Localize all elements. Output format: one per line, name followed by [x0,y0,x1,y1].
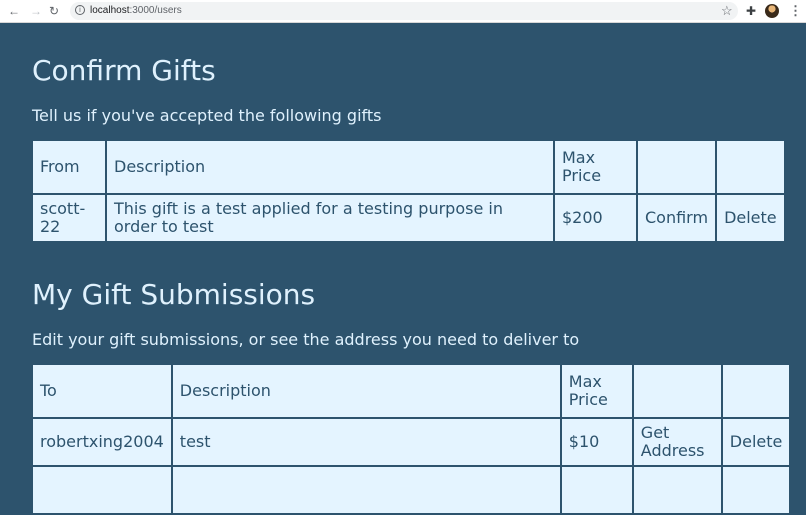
confirm-gifts-table: From Description Max Price scott-22 This… [31,139,786,243]
gift-submissions-title: My Gift Submissions [32,278,316,311]
profile-avatar-icon[interactable] [765,4,779,18]
url-path: :3000/users [129,5,182,16]
table-row: scott-22 This gift is a test applied for… [31,193,786,243]
header-max-price: Max Price [559,363,634,419]
table-header-row: To Description Max Price [31,363,792,419]
gift-description: test [170,417,562,467]
gift-to: robertxing2004 [31,417,173,467]
delete-button[interactable]: Delete [715,193,786,243]
header-description: Description [105,139,555,195]
url-text: localhost:3000/users [90,4,182,18]
table-row [31,465,792,515]
header-empty [720,363,792,419]
gift-price: $10 [559,417,634,467]
header-to: To [31,363,173,419]
confirm-button[interactable]: Confirm [635,193,718,243]
info-icon[interactable]: i [75,5,85,15]
gift-description: This gift is a test applied for a testin… [105,193,555,243]
forward-arrow-icon[interactable]: → [30,3,42,19]
header-empty [631,363,723,419]
table-cell [559,465,634,515]
table-cell [170,465,562,515]
header-description: Description [170,363,562,419]
header-empty [715,139,786,195]
kebab-menu-icon[interactable]: ⋮ [789,3,802,19]
header-from: From [31,139,107,195]
gift-submissions-table: To Description Max Price robertxing2004 … [31,363,792,515]
gift-submissions-subtitle: Edit your gift submissions, or see the a… [32,330,580,349]
back-arrow-icon[interactable]: ← [8,3,20,19]
table-row: robertxing2004 test $10 Get Address Dele… [31,417,792,467]
star-icon[interactable]: ☆ [721,3,733,19]
puzzle-extensions-icon[interactable]: ✚ [746,3,756,19]
browser-toolbar: ← → ↻ i localhost:3000/users ☆ ✚ ⋮ [0,0,806,23]
table-cell [631,465,723,515]
header-max-price: Max Price [553,139,638,195]
table-cell [31,465,173,515]
address-bar[interactable]: i localhost:3000/users [70,2,738,20]
table-header-row: From Description Max Price [31,139,786,195]
get-address-button[interactable]: Get Address [631,417,723,467]
url-host: localhost [90,5,130,16]
table-cell [720,465,792,515]
gift-from: scott-22 [31,193,107,243]
confirm-gifts-subtitle: Tell us if you've accepted the following… [32,106,382,125]
confirm-gifts-title: Confirm Gifts [32,54,216,87]
header-empty [635,139,718,195]
gift-price: $200 [553,193,638,243]
reload-icon[interactable]: ↻ [49,3,59,19]
delete-button[interactable]: Delete [720,417,792,467]
